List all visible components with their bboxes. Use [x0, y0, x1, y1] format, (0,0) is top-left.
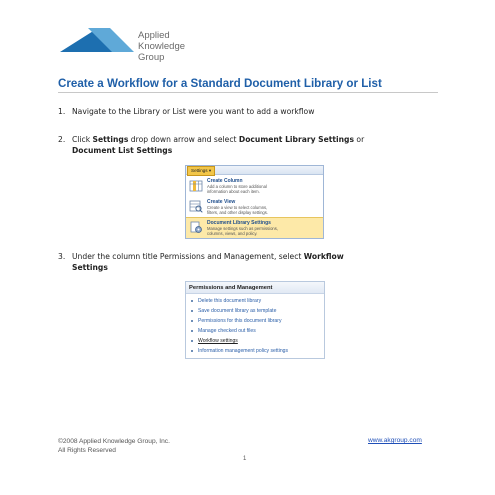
library-settings-desc: Manage settings such as permissions, colu…	[207, 226, 278, 236]
link-permissions[interactable]: Permissions for this document library	[186, 316, 324, 326]
create-column-desc: Add a column to store additional informat…	[207, 184, 267, 194]
step-2-pre: Click	[72, 135, 93, 144]
footer-rights: All Rights Reserved	[58, 447, 116, 454]
menu-item-create-column[interactable]: Create Column Add a column to store addi…	[186, 176, 323, 197]
step-3-workflow: Workflow	[303, 252, 344, 261]
step-2-post: or	[354, 135, 365, 144]
create-view-icon	[189, 200, 203, 213]
settings-menu-screenshot: Settings ▾ Create Column Add a column to…	[185, 165, 324, 239]
link-checked-out-files[interactable]: Manage checked out files	[186, 326, 324, 336]
footer-copyright: ©2008 Applied Knowledge Group, Inc.	[58, 438, 170, 445]
logo-line-knowledge: Knowledge	[138, 41, 186, 52]
menu-item-create-view[interactable]: Create View Create a view to select colu…	[186, 197, 323, 218]
step-1-text: Navigate to the Library or List were you…	[72, 107, 315, 116]
step-2-text: Click Settings drop down arrow and selec…	[72, 134, 364, 156]
company-logo	[60, 28, 134, 52]
logo-line-applied: Applied	[138, 30, 170, 41]
bullet-icon	[191, 340, 193, 342]
create-column-icon	[189, 180, 203, 192]
library-settings-icon	[190, 221, 202, 233]
step-2-settings: Settings	[92, 135, 129, 144]
bullet-icon	[191, 330, 193, 332]
permissions-management-screenshot: Permissions and Management Delete this d…	[185, 281, 325, 359]
permissions-link-list: Delete this document library Save docume…	[186, 296, 324, 356]
bullet-icon	[191, 300, 193, 302]
step-3-text: Under the column title Permissions and M…	[72, 251, 344, 273]
step-2-mid: drop down arrow and select	[128, 135, 239, 144]
step-3-settings: Settings	[72, 263, 108, 272]
logo-wordmark: Applied Knowledge Group	[138, 30, 185, 63]
bullet-icon	[191, 310, 193, 312]
link-delete-library[interactable]: Delete this document library	[186, 296, 324, 306]
permissions-header: Permissions and Management	[186, 282, 324, 294]
footer-website-link[interactable]: www.akgroup.com	[368, 437, 422, 444]
menu-item-document-library-settings[interactable]: Document Library Settings Manage setting…	[186, 217, 323, 238]
step-2-number: 2.	[58, 135, 66, 144]
link-workflow-settings[interactable]: Workflow settings	[186, 336, 324, 346]
page-number: 1	[243, 456, 247, 462]
bullet-icon	[191, 320, 193, 322]
bullet-icon	[191, 350, 193, 352]
document-title: Create a Workflow for a Standard Documen…	[58, 77, 382, 90]
create-view-desc: Create a view to select columns, filters,…	[207, 205, 268, 215]
step-1-number: 1.	[58, 107, 66, 116]
step-3-pre: Under the column title Permissions and M…	[72, 252, 304, 261]
footer-copyright-block: ©2008 Applied Knowledge Group, Inc. All …	[58, 437, 170, 455]
link-info-management-policy[interactable]: Information management policy settings	[186, 346, 324, 356]
step-3-number: 3.	[58, 252, 66, 261]
step-2-doc-list-settings: Document List Settings	[72, 146, 173, 155]
link-save-as-template[interactable]: Save document library as template	[186, 306, 324, 316]
settings-dropdown-button[interactable]: Settings ▾	[187, 166, 216, 176]
step-2-doc-lib-settings: Document Library Settings	[238, 135, 355, 144]
logo-line-group: Group	[138, 52, 165, 63]
title-divider	[58, 92, 438, 93]
